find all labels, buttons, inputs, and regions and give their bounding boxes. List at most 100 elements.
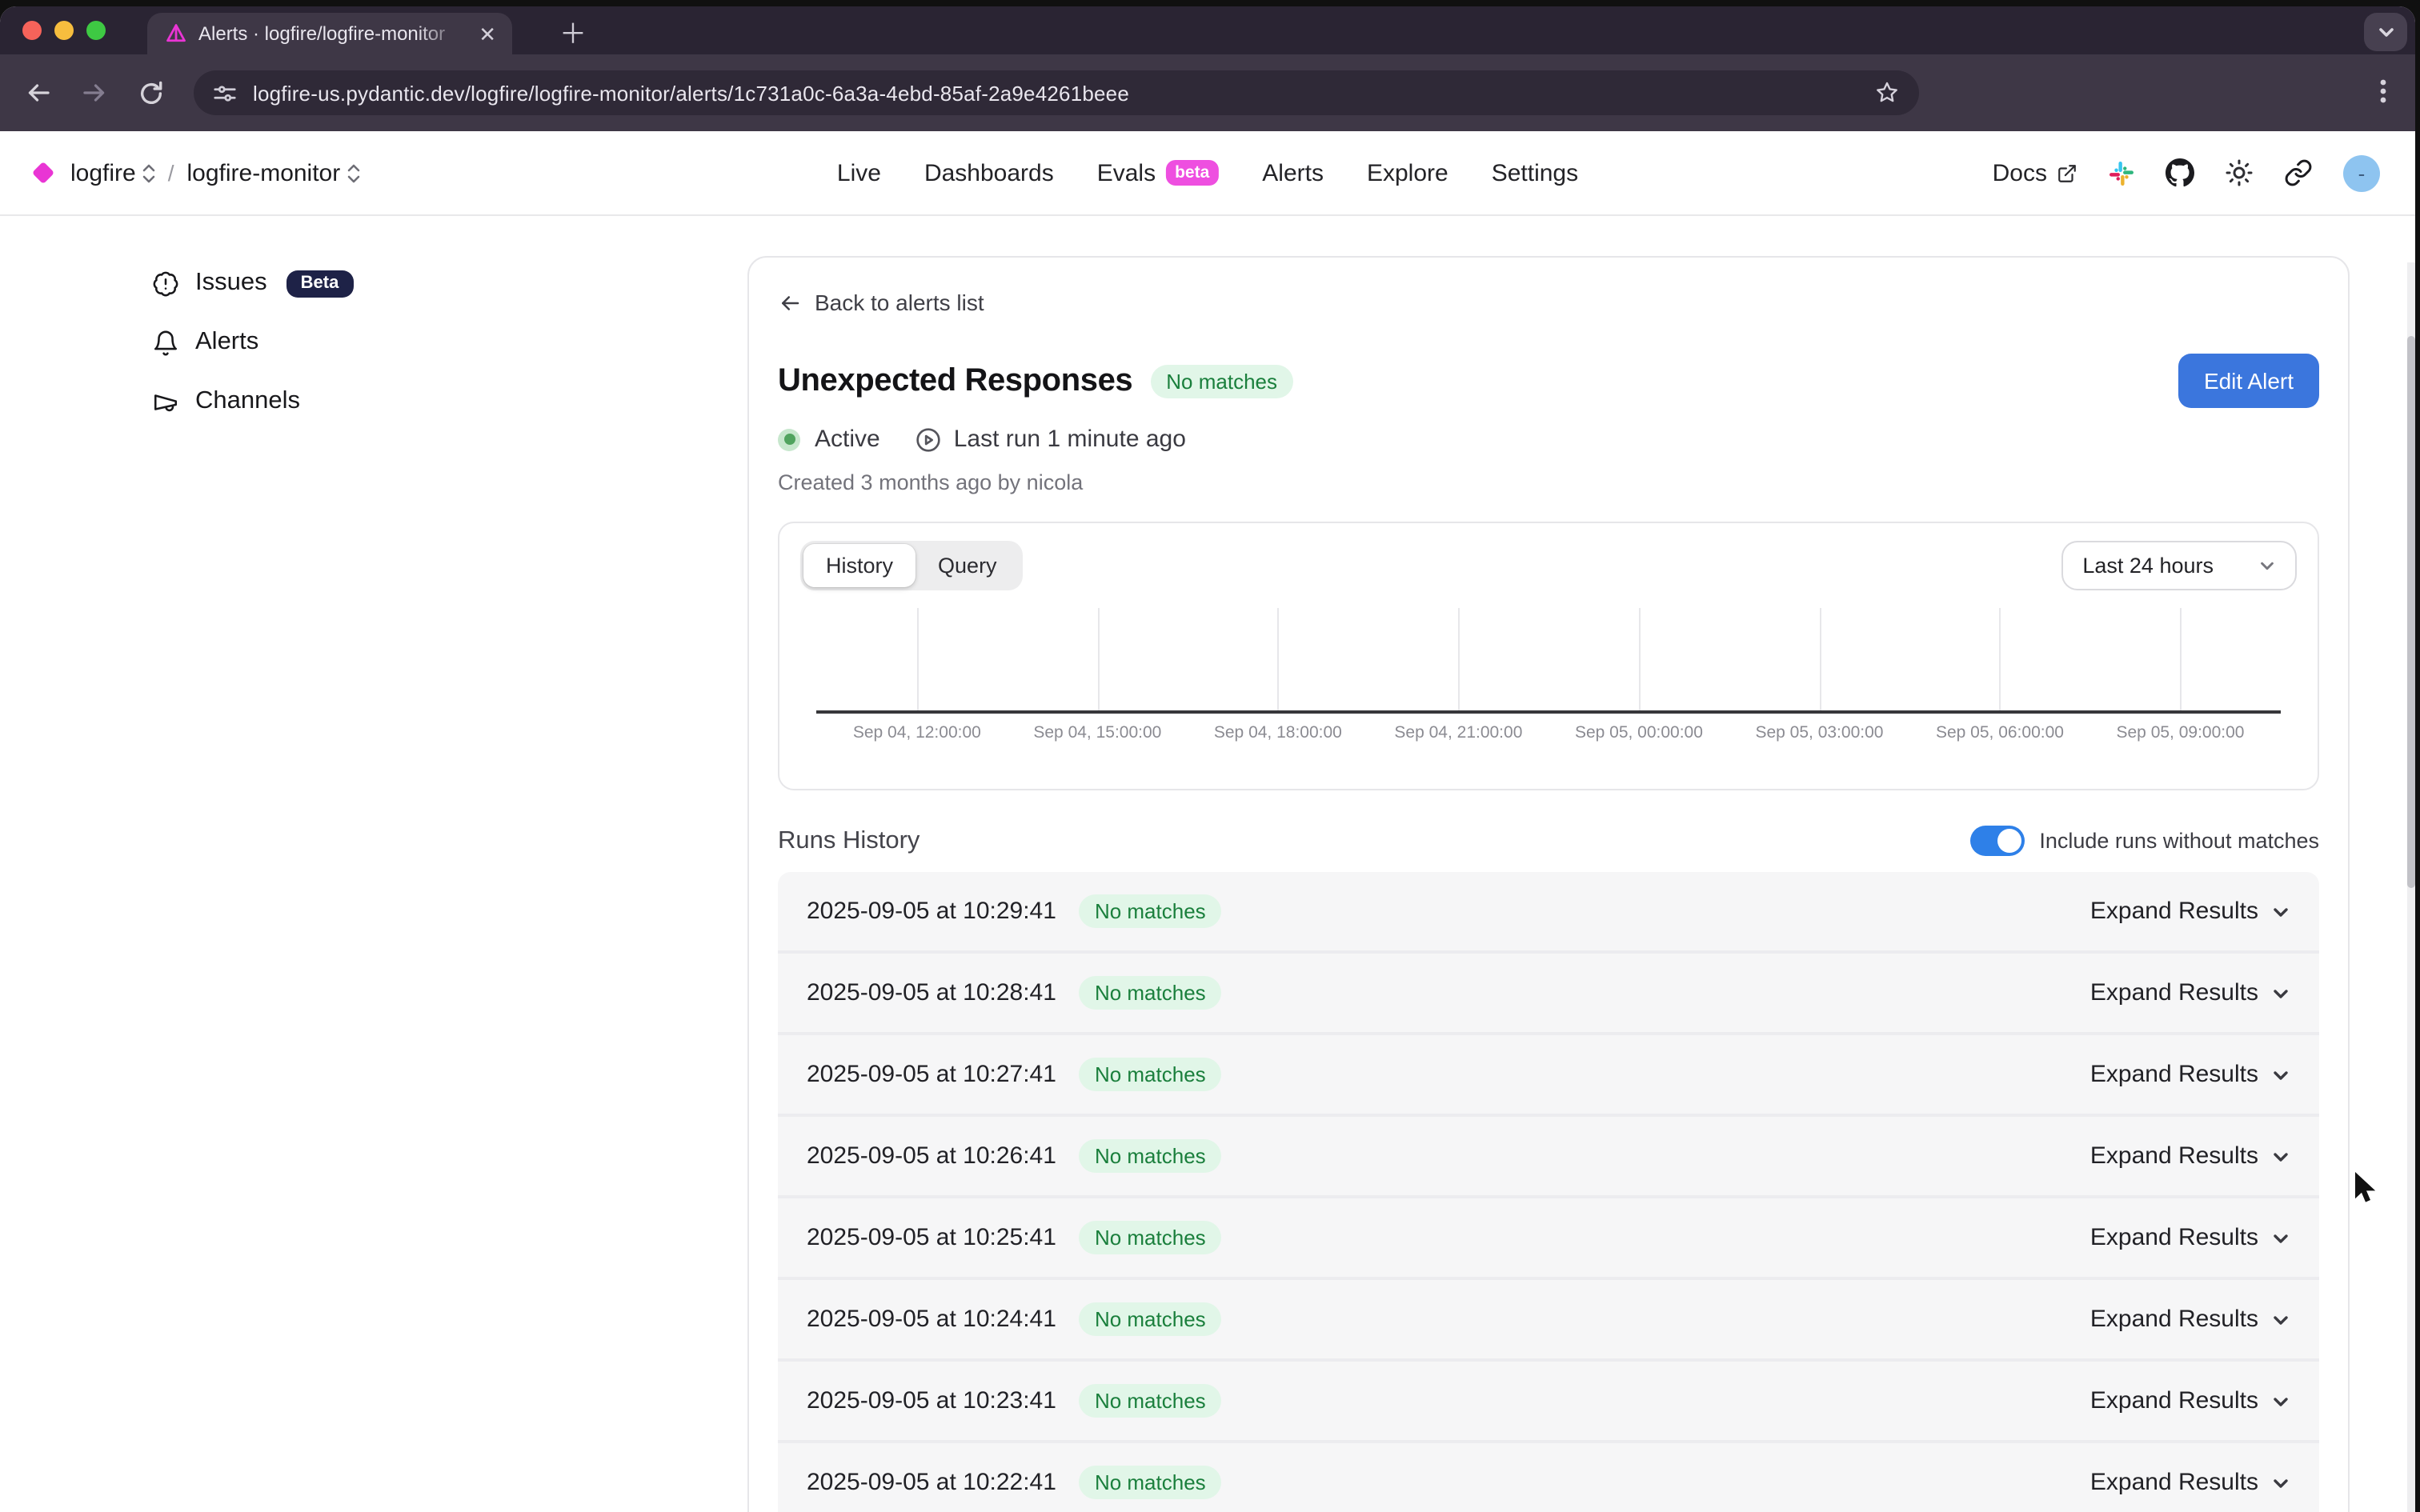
run-row[interactable]: 2025-09-05 at 10:26:41 No matches Expand…	[778, 1117, 2319, 1198]
alert-title: Unexpected Responses	[778, 362, 1132, 399]
nav-evals[interactable]: Evalsbeta	[1097, 159, 1220, 186]
tab-query[interactable]: Query	[916, 544, 1020, 587]
run-row[interactable]: 2025-09-05 at 10:22:41 No matches Expand…	[778, 1443, 2319, 1512]
user-avatar[interactable]: -	[2343, 154, 2380, 191]
docs-link[interactable]: Docs	[1993, 159, 2077, 186]
logfire-favicon-icon	[165, 22, 187, 45]
expand-results-button[interactable]: Expand Results	[2090, 1469, 2290, 1496]
include-runs-toggle-label: Include runs without matches	[2039, 829, 2319, 853]
issues-beta-badge: Beta	[286, 270, 354, 297]
tab-title: Alerts · logfire/logfire-monitor	[198, 22, 464, 45]
browser-toolbar: logfire-us.pydantic.dev/logfire/logfire-…	[0, 54, 2415, 131]
chart-tick-label: Sep 04, 15:00:00	[1033, 723, 1161, 742]
new-tab-button[interactable]: ＋	[554, 11, 592, 50]
sidebar-item-channels[interactable]: Channels	[152, 382, 747, 421]
run-status-badge: No matches	[1079, 1302, 1222, 1336]
active-status-label: Active	[815, 426, 880, 453]
external-link-icon	[2057, 162, 2077, 183]
url-bar[interactable]: logfire-us.pydantic.dev/logfire/logfire-…	[194, 70, 1919, 115]
include-runs-toggle[interactable]	[1970, 826, 2025, 856]
org-switcher[interactable]: logfire	[70, 159, 155, 186]
back-to-alerts-link[interactable]: Back to alerts list	[778, 290, 2319, 315]
browser-window: Alerts · logfire/logfire-monitor ✕ ＋	[0, 6, 2415, 1512]
chart-gridline	[1097, 608, 1099, 710]
runs-history-heading: Runs History	[778, 826, 920, 855]
tab-history[interactable]: History	[803, 544, 916, 587]
run-row[interactable]: 2025-09-05 at 10:28:41 No matches Expand…	[778, 954, 2319, 1035]
chevron-down-icon	[2271, 1228, 2290, 1247]
expand-results-button[interactable]: Expand Results	[2090, 1142, 2290, 1170]
run-timestamp: 2025-09-05 at 10:27:41	[807, 1061, 1056, 1088]
nav-settings[interactable]: Settings	[1492, 159, 1578, 186]
light-mode-sun-icon[interactable]	[2225, 158, 2254, 187]
breadcrumb-separator: /	[168, 160, 174, 186]
run-status-badge: No matches	[1079, 1221, 1222, 1254]
browser-tab[interactable]: Alerts · logfire/logfire-monitor ✕	[147, 13, 512, 54]
minimize-window-button[interactable]	[54, 21, 74, 40]
nav-explore[interactable]: Explore	[1367, 159, 1448, 186]
sort-chevrons-icon	[347, 162, 359, 183]
project-switcher[interactable]: logfire-monitor	[187, 159, 360, 186]
expand-results-button[interactable]: Expand Results	[2090, 1387, 2290, 1414]
play-circle-icon	[916, 426, 941, 452]
chart-gridline	[2000, 608, 2001, 710]
header-actions: Docs -	[1993, 154, 2380, 191]
run-row[interactable]: 2025-09-05 at 10:27:41 No matches Expand…	[778, 1035, 2319, 1117]
reload-icon[interactable]	[134, 77, 166, 109]
chart-gridline	[1278, 608, 1280, 710]
evals-beta-badge: beta	[1165, 159, 1219, 186]
run-timestamp: 2025-09-05 at 10:29:41	[807, 898, 1056, 925]
expand-results-button[interactable]: Expand Results	[2090, 898, 2290, 925]
chart-gridline	[2181, 608, 2182, 710]
github-icon[interactable]	[2166, 158, 2194, 187]
edit-alert-button[interactable]: Edit Alert	[2178, 354, 2319, 408]
chart-tick-labels: Sep 04, 12:00:00Sep 04, 15:00:00Sep 04, …	[800, 723, 2297, 747]
run-row[interactable]: 2025-09-05 at 10:29:41 No matches Expand…	[778, 872, 2319, 954]
run-row[interactable]: 2025-09-05 at 10:24:41 No matches Expand…	[778, 1280, 2319, 1362]
created-by-label: Created 3 months ago by nicola	[778, 470, 2319, 494]
chart-gridline	[1639, 608, 1641, 710]
expand-results-button[interactable]: Expand Results	[2090, 1306, 2290, 1333]
chart-tick-label: Sep 05, 03:00:00	[1755, 723, 1883, 742]
bell-icon	[152, 329, 179, 356]
run-timestamp: 2025-09-05 at 10:22:41	[807, 1469, 1056, 1496]
sidebar-item-alerts[interactable]: Alerts	[152, 323, 747, 362]
run-timestamp: 2025-09-05 at 10:24:41	[807, 1306, 1056, 1333]
browser-menu-icon[interactable]	[2370, 77, 2396, 106]
nav-dashboards[interactable]: Dashboards	[924, 159, 1054, 186]
zoom-window-button[interactable]	[86, 21, 106, 40]
app-header: logfire / logfire-monitor Live Dashboard…	[0, 131, 2415, 216]
share-link-icon[interactable]	[2284, 158, 2313, 187]
forward-icon[interactable]	[78, 77, 110, 109]
site-info-icon[interactable]	[213, 81, 237, 105]
page-scrollbar-thumb[interactable]	[2407, 336, 2415, 888]
screen: Alerts · logfire/logfire-monitor ✕ ＋	[0, 0, 2420, 1512]
close-window-button[interactable]	[22, 21, 42, 40]
expand-results-button[interactable]: Expand Results	[2090, 1224, 2290, 1251]
run-timestamp: 2025-09-05 at 10:23:41	[807, 1387, 1056, 1414]
slack-icon[interactable]	[2108, 159, 2135, 186]
last-run-label: Last run 1 minute ago	[954, 426, 1186, 453]
nav-live[interactable]: Live	[837, 159, 881, 186]
run-status-badge: No matches	[1079, 1139, 1222, 1173]
expand-results-button[interactable]: Expand Results	[2090, 979, 2290, 1006]
back-icon[interactable]	[22, 77, 54, 109]
arrow-left-icon	[778, 290, 802, 314]
alert-match-badge: No matches	[1150, 364, 1293, 398]
close-tab-icon[interactable]: ✕	[475, 22, 499, 46]
run-row[interactable]: 2025-09-05 at 10:25:41 No matches Expand…	[778, 1198, 2319, 1280]
main-nav: Live Dashboards Evalsbeta Alerts Explore…	[837, 159, 1578, 186]
chart-tick-label: Sep 05, 00:00:00	[1575, 723, 1703, 742]
mouse-cursor	[2353, 1170, 2380, 1208]
runs-list: 2025-09-05 at 10:29:41 No matches Expand…	[778, 872, 2319, 1512]
sidebar-item-issues[interactable]: Issues Beta	[152, 264, 747, 302]
time-range-select[interactable]: Last 24 hours	[2061, 541, 2297, 590]
bookmark-star-icon[interactable]	[1874, 80, 1900, 106]
expand-results-button[interactable]: Expand Results	[2090, 1061, 2290, 1088]
nav-alerts[interactable]: Alerts	[1262, 159, 1324, 186]
chart-tick-label: Sep 04, 21:00:00	[1394, 723, 1522, 742]
chevron-down-icon	[2271, 1391, 2290, 1410]
tab-search-button[interactable]	[2364, 13, 2407, 51]
runs-history-chart	[800, 608, 2297, 710]
run-row[interactable]: 2025-09-05 at 10:23:41 No matches Expand…	[778, 1362, 2319, 1443]
